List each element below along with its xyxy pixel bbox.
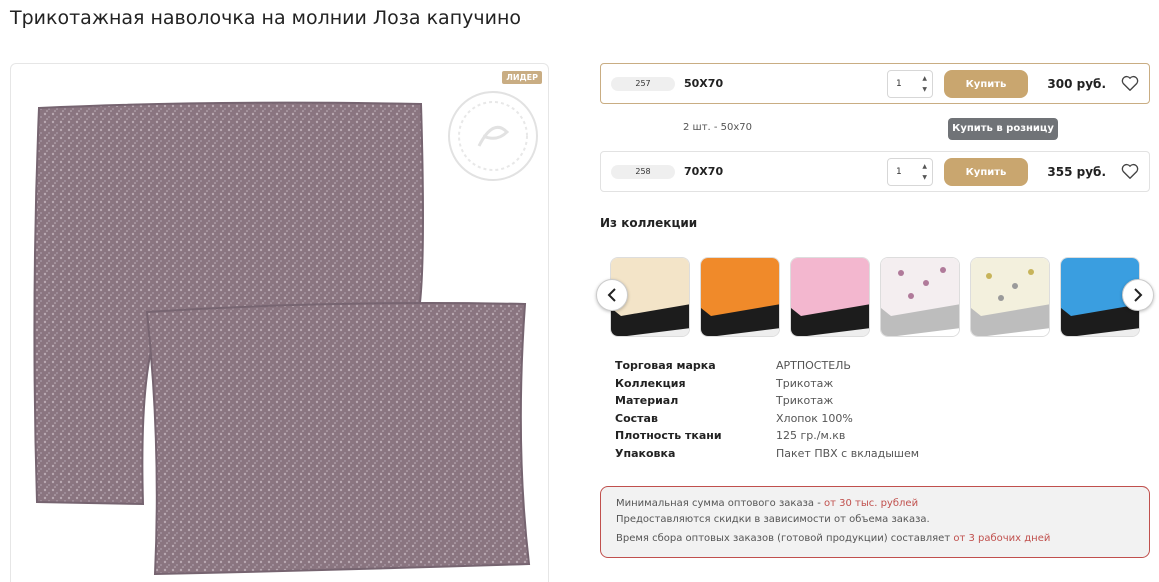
retail-tooltip: Купить в розницу — [948, 118, 1058, 140]
spec-row: Упаковка Пакет ПВХ с вкладышем — [615, 447, 1015, 465]
quantity-stepper[interactable]: 1 ▲ ▼ — [887, 158, 933, 186]
carousel-prev-button[interactable] — [596, 279, 628, 311]
carousel-next-button[interactable] — [1122, 279, 1154, 311]
variant-price: 300 руб. — [1047, 77, 1106, 91]
spec-value: Трикотаж — [776, 376, 834, 390]
spec-value: Трикотаж — [776, 394, 834, 407]
sku-badge: 257 — [611, 77, 675, 91]
specs-table: Торговая марка АРТПОСТЕЛЬ Коллекция Трик… — [615, 359, 1015, 464]
variant-size: 70Х70 — [684, 165, 724, 178]
qty-down-icon[interactable]: ▼ — [922, 174, 927, 181]
info-text: Минимальная сумма оптового заказа - — [616, 498, 824, 509]
qty-down-icon[interactable]: ▼ — [922, 86, 927, 93]
quantity-value[interactable]: 1 — [896, 79, 902, 89]
collection-thumb[interactable] — [880, 257, 960, 337]
info-text: Предоставляются скидки в зависимости от … — [616, 514, 930, 525]
spec-label: Состав — [615, 411, 658, 425]
spec-label: Упаковка — [615, 446, 676, 460]
qty-up-icon[interactable]: ▲ — [922, 163, 927, 170]
sku-badge: 258 — [611, 165, 675, 179]
spec-label: Коллекция — [615, 376, 686, 390]
spec-label: Плотность ткани — [615, 429, 722, 442]
spec-row: Торговая марка АРТПОСТЕЛЬ — [615, 359, 1015, 377]
spec-value: Хлопок 100% — [776, 411, 853, 425]
spec-row: Состав Хлопок 100% — [615, 412, 1015, 430]
spec-label: Торговая марка — [615, 359, 716, 372]
product-image-panel[interactable]: ЛИДЕР — [10, 63, 549, 582]
quantity-value[interactable]: 1 — [896, 167, 902, 177]
spec-value: Пакет ПВХ с вкладышем — [776, 446, 920, 460]
spec-row: Плотность ткани 125 гр./м.кв — [615, 429, 1015, 447]
collection-thumb[interactable] — [970, 257, 1050, 337]
info-line-discounts: Предоставляются скидки в зависимости от … — [616, 514, 930, 525]
collection-thumb[interactable] — [790, 257, 870, 337]
wholesale-info-box: Минимальная сумма оптового заказа - от 3… — [600, 486, 1150, 558]
info-line-min-order: Минимальная сумма оптового заказа - от 3… — [616, 498, 918, 509]
chevron-left-icon — [607, 288, 616, 302]
collection-carousel — [596, 257, 1154, 337]
product-title: Трикотажная наволочка на молнии Лоза кап… — [10, 7, 521, 29]
pack-note: 2 шт. - 50х70 — [683, 122, 753, 133]
collection-title: Из коллекции — [600, 216, 698, 230]
brand-watermark-icon — [448, 91, 538, 181]
collection-thumb[interactable] — [700, 257, 780, 337]
chevron-right-icon — [1134, 288, 1143, 302]
variant-size: 50Х70 — [684, 77, 724, 90]
variant-row[interactable]: 258 70Х70 1 ▲ ▼ Купить 355 руб. — [600, 151, 1150, 192]
heart-icon[interactable] — [1121, 163, 1139, 180]
heart-icon[interactable] — [1121, 75, 1139, 92]
spec-value: 125 гр./м.кв — [776, 429, 846, 442]
spec-label: Материал — [615, 394, 679, 407]
buy-button[interactable]: Купить — [944, 158, 1028, 186]
quantity-stepper[interactable]: 1 ▲ ▼ — [887, 70, 933, 98]
info-line-lead-time: Время сбора оптовых заказов (готовой про… — [616, 533, 1050, 544]
spec-row: Коллекция Трикотаж — [615, 377, 1015, 395]
info-highlight: от 3 рабочих дней — [953, 533, 1051, 544]
qty-up-icon[interactable]: ▲ — [922, 75, 927, 82]
spec-value: АРТПОСТЕЛЬ — [776, 359, 851, 372]
info-highlight: от 30 тыс. рублей — [823, 498, 919, 509]
info-text: Время сбора оптовых заказов (готовой про… — [616, 533, 954, 544]
variant-price: 355 руб. — [1047, 165, 1106, 179]
leader-badge: ЛИДЕР — [502, 71, 542, 84]
spec-row: Материал Трикотаж — [615, 394, 1015, 412]
variant-row[interactable]: 257 50Х70 1 ▲ ▼ Купить 300 руб. — [600, 63, 1150, 104]
buy-button[interactable]: Купить — [944, 70, 1028, 98]
